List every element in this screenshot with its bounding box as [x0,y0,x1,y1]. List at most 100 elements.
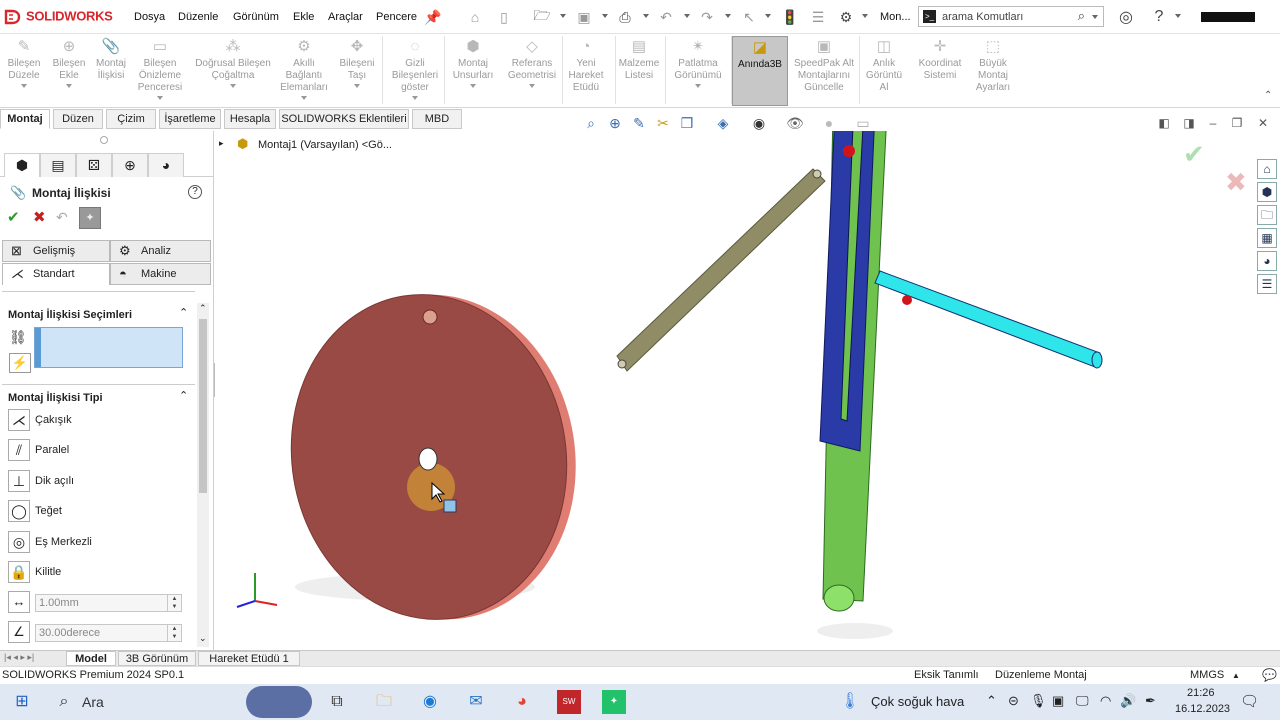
vertical-scrollbar[interactable]: ⌃ ⌄ [197,303,209,647]
gear-icon[interactable]: ⚙ [836,8,856,26]
new-document-icon[interactable]: ▯ [494,8,514,26]
ribbon-linear-pattern-button[interactable]: ⁂ Doğrusal Bileşen Çoğaltma [190,36,276,106]
solidworks-taskbar-icon[interactable]: SW [557,690,581,714]
chevron-down-icon[interactable] [157,96,163,100]
scroll-down-icon[interactable]: ⌄ [199,633,207,644]
close-icon[interactable]: ✕ [1256,116,1270,130]
distance-input[interactable]: 1.00mm ▲ ▼ [35,594,182,612]
select-icon[interactable]: ↖ [739,8,759,26]
edge-browser-icon[interactable]: ◉ [418,690,442,714]
next-panel-icon[interactable]: ◨ [1182,116,1196,130]
restore-icon[interactable]: ❐ [1230,116,1244,130]
graphics-area[interactable]: ▸ ⬢ Montaj1 (Varsayılan) <Gö... ✔ ✖ [215,131,1280,650]
tray-chevron-icon[interactable]: ⌃ [986,693,997,709]
pin-icon[interactable]: 📌 [423,8,443,26]
collapse-chevron-icon[interactable]: ⌃ [179,306,188,319]
view-palette-icon[interactable]: ▦ [1257,228,1277,248]
scroll-up-icon[interactable]: ⌃ [199,303,207,314]
link-bar-part[interactable] [616,168,826,372]
undo-mate-icon[interactable]: ↶ [56,209,68,226]
ribbon-insert-component-button[interactable]: ⊕ Bileşen Ekle [52,36,86,106]
mate-type-lock[interactable]: 🔒 Kilitle [8,561,61,585]
camera-icon[interactable]: ▣ [1052,693,1064,709]
previous-panel-icon[interactable]: ◧ [1157,116,1171,130]
dimxpert-tab-icon[interactable]: ⊕ [112,153,148,177]
help-icon[interactable]: ? [1149,8,1169,26]
chevron-down-icon[interactable] [529,84,535,88]
display-icon[interactable]: 🖵 [1076,693,1089,709]
pin-dialog-icon[interactable]: ✦ [79,207,101,229]
ribbon-speedpak-button[interactable]: ▣ SpeedPak Alt Montajlarını Güncelle [792,36,856,106]
mate-type-tangent[interactable]: ◯ Teğet [8,500,62,524]
pen-icon[interactable]: ✒ [1145,693,1156,709]
app-taskbar-icon[interactable]: ✦ [602,690,626,714]
chevron-down-icon[interactable] [695,84,701,88]
ribbon-assembly-features-button[interactable]: ⬢ Montaj Unsurları [446,36,500,106]
solidworks-resources-icon[interactable]: ⌂ [1257,159,1277,179]
mail-icon[interactable]: ✉ [464,690,488,714]
save-dropdown-icon[interactable] [602,14,608,18]
rebuild-icon[interactable]: 🚦 [780,8,800,26]
ribbon-instant3d-button[interactable]: ◪ Anında3B [732,36,788,106]
search-highlight-image[interactable] [246,686,312,718]
solidworks-logo[interactable]: SOLIDWORKS [4,8,113,26]
home-icon[interactable]: ⌂ [465,8,485,26]
weather-text[interactable]: Çok soğuk hava [871,694,964,709]
chevron-down-icon[interactable] [470,84,476,88]
undo-icon[interactable]: ↶ [656,8,676,26]
search-icon[interactable]: ⌕ [1078,8,1085,24]
ribbon-smart-fasteners-button[interactable]: ⚙ Akıllı Bağlantı Elemanları [278,36,330,106]
distance-icon[interactable]: ↔ [8,591,30,613]
clock-time[interactable]: 21:26 [1187,687,1215,699]
menu-edit[interactable]: Düzenle [178,11,218,23]
collapse-ribbon-icon[interactable]: ⌃ [1264,90,1272,101]
tab-mbd[interactable]: MBD [412,109,462,129]
redo-icon[interactable]: ↷ [697,8,717,26]
tab-3d-view[interactable]: 3B Görünüm [118,651,196,666]
user-account-icon[interactable]: ◎ [1116,8,1136,26]
distance-spinner[interactable]: ▲ ▼ [167,595,181,611]
collapse-chevron-icon[interactable]: ⌃ [179,389,188,402]
property-manager-tab-icon[interactable]: ▤ [40,153,76,177]
display-manager-tab-icon[interactable]: ◕ [148,153,184,177]
task-view-icon[interactable]: ⧉ [325,690,349,714]
tab-layout[interactable]: Düzen [53,109,103,129]
menu-view[interactable]: Görünüm [233,11,279,23]
ribbon-motion-study-button[interactable]: ◔ Yeni Hareket Etüdü [562,36,610,106]
angle-spinner[interactable]: ▲ ▼ [167,625,181,641]
save-icon[interactable]: ▣ [574,8,594,26]
menu-window[interactable]: Pencere [376,11,417,23]
ribbon-reference-geometry-button[interactable]: ◇ Referans Geometrisi [502,36,562,106]
file-explorer-icon[interactable]: 🗀 [1257,205,1277,225]
windows-start-icon[interactable]: ⊞ [10,690,34,714]
command-search-input[interactable]: >_ arama Komutları ⌕ [918,6,1104,27]
mate-type-perpendicular[interactable]: ⊥ Dik açılı [8,470,74,494]
tab-evaluate[interactable]: Hesapla [224,109,276,129]
multiple-mate-mode-icon[interactable]: ⚡ [9,353,31,373]
search-dropdown-icon[interactable] [1092,15,1098,19]
ribbon-move-component-button[interactable]: ✥ Bileşeni Taşı [334,36,380,106]
panel-splitter-handle[interactable] [100,136,108,144]
tab-assembly[interactable]: Montaj [0,109,50,129]
tray-app-icon[interactable]: ⊝ [1008,693,1019,709]
tab-sketch[interactable]: Çizim [106,109,156,129]
menu-insert[interactable]: Ekle [293,11,314,23]
menu-tools[interactable]: Araçlar [328,11,363,23]
tab-markup[interactable]: İşaretleme [159,109,221,129]
appearances-icon[interactable]: ◕ [1257,251,1277,271]
taskbar-search-icon[interactable]: ⌕ [52,690,76,714]
ribbon-snapshot-button[interactable]: ◫ Anlık Görüntü Al [862,36,906,106]
chevron-down-icon[interactable] [301,96,307,100]
file-explorer-icon[interactable]: 🗀 [372,690,396,714]
print-dropdown-icon[interactable] [643,14,649,18]
help-icon[interactable]: ? [188,185,202,199]
chrome-icon[interactable]: ◕ [510,690,534,714]
tab-motion-study[interactable]: Hareket Etüdü 1 [198,651,300,666]
cyan-rod-part[interactable] [874,270,1101,368]
ribbon-edit-component-button[interactable]: ✎ Bileşen Düzele [4,36,44,106]
ribbon-exploded-view-button[interactable]: ✴ Patlatma Görünümü [668,36,728,106]
configuration-manager-tab-icon[interactable]: ⚄ [76,153,112,177]
custom-properties-icon[interactable]: ☰ [1257,274,1277,294]
ribbon-mate-button[interactable]: 📎 Montaj İlişkisi [92,36,130,106]
unit-system[interactable]: MMGS [1190,667,1224,684]
